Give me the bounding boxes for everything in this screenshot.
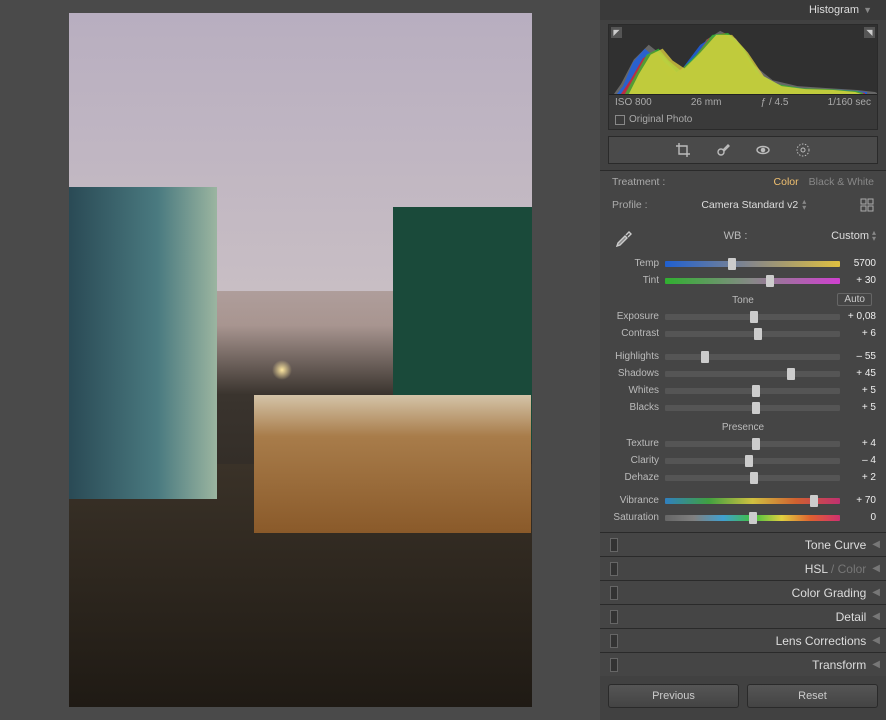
original-photo-row[interactable]: Original Photo — [609, 110, 877, 129]
wb-select[interactable]: Custom ▴▾ — [831, 230, 876, 242]
panel-transform[interactable]: Transform ◀ — [600, 652, 886, 676]
panel-detail[interactable]: Detail ◀ — [600, 604, 886, 628]
original-photo-checkbox[interactable] — [615, 115, 625, 125]
develop-panel: Histogram ▼ ◤ ◥ ISO 800 26 mm ƒ / 4.5 1/… — [600, 0, 886, 720]
original-photo-label: Original Photo — [629, 114, 692, 125]
wb-row: WB : Custom ▴▾ — [600, 217, 886, 255]
histogram-title: Histogram — [809, 4, 859, 16]
panel-switch[interactable] — [610, 634, 618, 648]
tint-slider[interactable]: Tint + 30 — [600, 272, 886, 289]
clarity-slider[interactable]: Clarity – 4 — [600, 452, 886, 469]
photo-preview[interactable] — [69, 13, 532, 707]
panel-switch[interactable] — [610, 562, 618, 576]
highlight-clip-indicator[interactable]: ◥ — [864, 27, 875, 38]
panel-switch[interactable] — [610, 538, 618, 552]
presence-section-label: Presence — [600, 416, 886, 435]
expand-icon: ◀ — [872, 611, 880, 622]
redeye-tool-icon[interactable] — [754, 141, 772, 159]
exposure-slider[interactable]: Exposure + 0,08 — [600, 308, 886, 325]
profile-browser-icon[interactable] — [860, 198, 874, 212]
vibrance-slider[interactable]: Vibrance + 70 — [600, 492, 886, 509]
profile-row: Profile : Camera Standard v2 ▴▾ — [600, 193, 886, 217]
dehaze-slider[interactable]: Dehaze + 2 — [600, 469, 886, 486]
expand-icon: ◀ — [872, 635, 880, 646]
collapse-icon: ▼ — [863, 5, 872, 15]
panel-lens-corrections[interactable]: Lens Corrections ◀ — [600, 628, 886, 652]
blacks-slider[interactable]: Blacks + 5 — [600, 399, 886, 416]
preview-area — [0, 0, 600, 720]
tool-strip — [608, 136, 878, 164]
treatment-color[interactable]: Color — [774, 176, 799, 188]
meta-shutter: 1/160 sec — [828, 97, 871, 108]
panel-color-grading[interactable]: Color Grading ◀ — [600, 580, 886, 604]
reset-button[interactable]: Reset — [747, 684, 878, 708]
previous-button[interactable]: Previous — [608, 684, 739, 708]
treatment-row: Treatment : Color Black & White — [600, 171, 886, 193]
expand-icon: ◀ — [872, 539, 880, 550]
meta-aperture: ƒ / 4.5 — [761, 97, 789, 108]
crop-tool-icon[interactable] — [674, 141, 692, 159]
bottom-buttons: Previous Reset — [600, 676, 886, 720]
masking-tool-icon[interactable] — [794, 141, 812, 159]
panel-switch[interactable] — [610, 610, 618, 624]
shadow-clip-indicator[interactable]: ◤ — [611, 27, 622, 38]
updown-icon: ▴▾ — [872, 230, 876, 242]
histogram-header[interactable]: Histogram ▼ — [600, 0, 886, 20]
meta-focal: 26 mm — [691, 97, 722, 108]
panel-switch[interactable] — [610, 586, 618, 600]
wb-label: WB : — [640, 230, 831, 242]
histogram-metadata: ISO 800 26 mm ƒ / 4.5 1/160 sec — [609, 95, 877, 110]
wb-eyedropper-icon[interactable] — [610, 221, 640, 251]
contrast-slider[interactable]: Contrast + 6 — [600, 325, 886, 342]
auto-button[interactable]: Auto — [837, 293, 872, 306]
histogram-graph[interactable]: ◤ ◥ — [609, 25, 877, 95]
expand-icon: ◀ — [872, 659, 880, 670]
profile-select[interactable]: Camera Standard v2 ▴▾ — [701, 199, 806, 211]
shadows-slider[interactable]: Shadows + 45 — [600, 365, 886, 382]
texture-slider[interactable]: Texture + 4 — [600, 435, 886, 452]
whites-slider[interactable]: Whites + 5 — [600, 382, 886, 399]
expand-icon: ◀ — [872, 563, 880, 574]
panel-hsl[interactable]: HSL / Color ◀ — [600, 556, 886, 580]
highlights-slider[interactable]: Highlights – 55 — [600, 348, 886, 365]
histogram-box: ◤ ◥ ISO 800 26 mm ƒ / 4.5 1/160 sec Orig… — [608, 24, 878, 130]
tone-section-label: Tone Auto — [600, 289, 886, 308]
temp-slider[interactable]: Temp 5700 — [600, 255, 886, 272]
meta-iso: ISO 800 — [615, 97, 652, 108]
profile-label: Profile : — [612, 199, 648, 211]
expand-icon: ◀ — [872, 587, 880, 598]
panel-tone-curve[interactable]: Tone Curve ◀ — [600, 532, 886, 556]
spot-removal-icon[interactable] — [714, 141, 732, 159]
updown-icon: ▴▾ — [802, 199, 806, 211]
treatment-label: Treatment : — [612, 176, 665, 188]
saturation-slider[interactable]: Saturation 0 — [600, 509, 886, 526]
panel-switch[interactable] — [610, 658, 618, 672]
treatment-bw[interactable]: Black & White — [809, 176, 874, 188]
